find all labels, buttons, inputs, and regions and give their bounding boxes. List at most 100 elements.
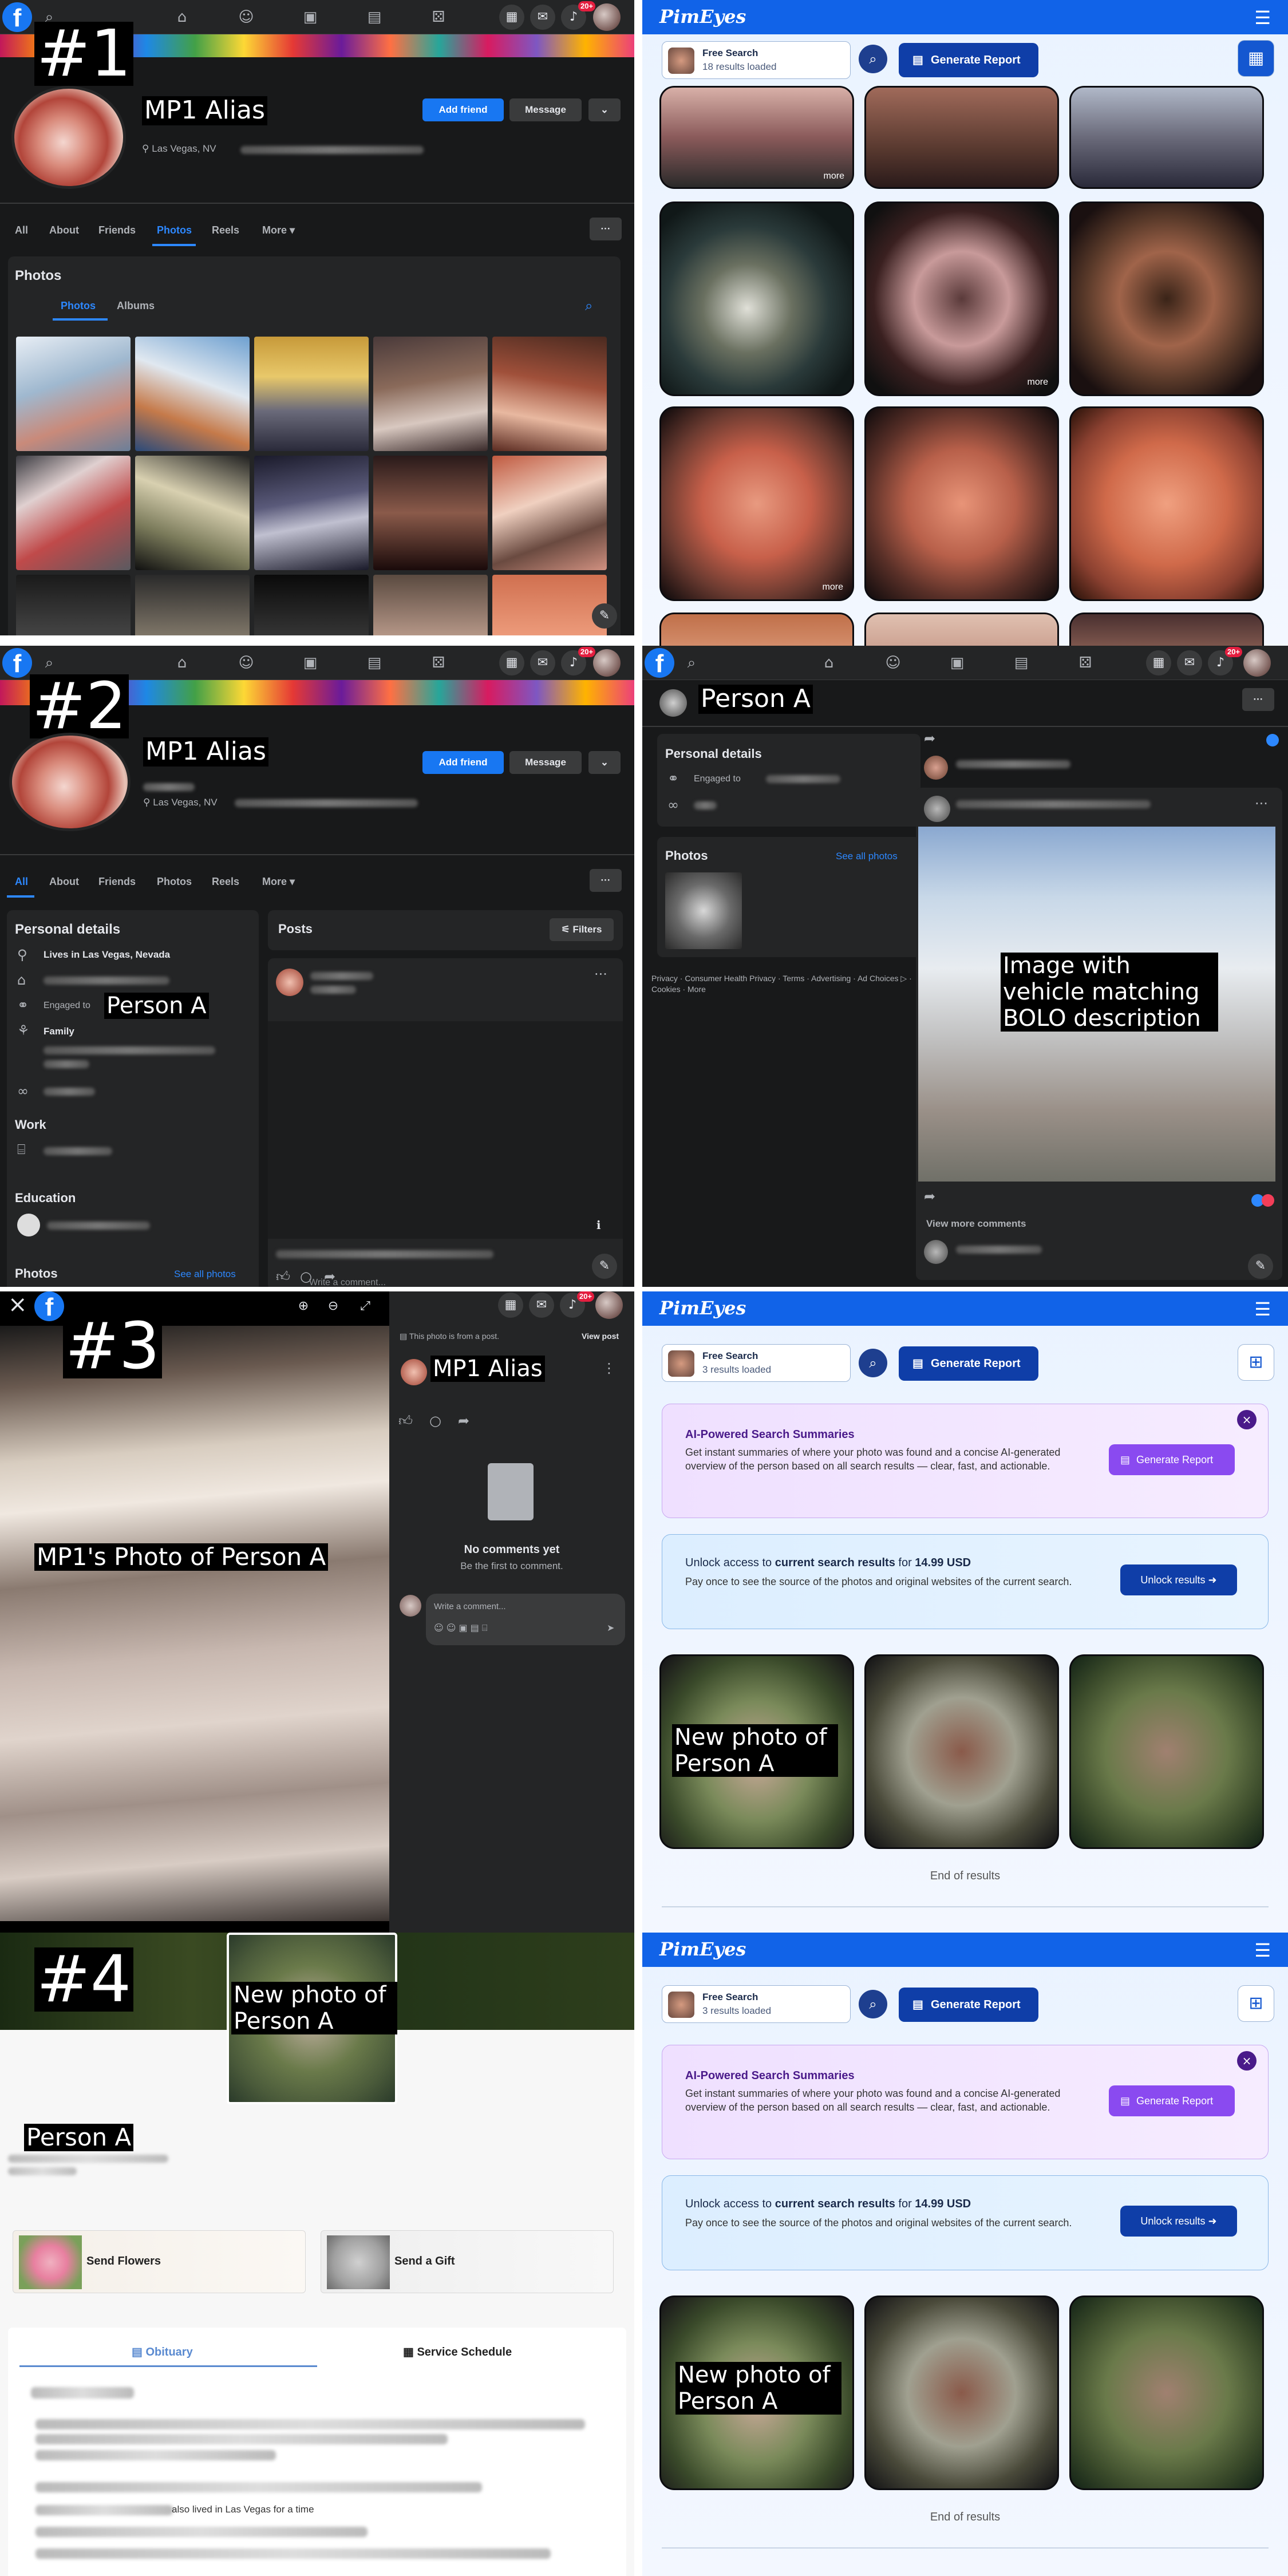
add-grid-icon[interactable]: ⊞ — [1238, 1985, 1274, 2022]
edit-icon[interactable]: ✎ — [592, 1254, 617, 1279]
search-icon[interactable]: ⌕ — [585, 298, 592, 314]
more-options-button[interactable]: ⌄ — [588, 98, 621, 121]
marketplace-icon[interactable]: ▤ — [1010, 651, 1033, 674]
add-friend-button[interactable]: Add friend — [422, 751, 504, 774]
post-options-icon[interactable]: ··· — [1255, 796, 1268, 812]
post-options-icon[interactable]: ⋮ — [602, 1360, 616, 1376]
add-grid-icon[interactable]: ⊞ — [1238, 1344, 1274, 1381]
photo-thumbnail[interactable] — [16, 575, 131, 635]
messenger-icon[interactable]: ✉ — [530, 650, 555, 675]
messenger-icon[interactable]: ✉ — [529, 1293, 554, 1318]
generate-report-button[interactable]: ▤ Generate Report — [899, 1988, 1038, 2022]
footer-links[interactable]: Privacy · Consumer Health Privacy · Term… — [651, 973, 922, 995]
pimeyes-logo[interactable]: PimEyes — [659, 1297, 746, 1319]
result-thumbnail[interactable] — [1069, 86, 1264, 189]
tab-friends[interactable]: Friends — [98, 876, 136, 888]
edit-icon[interactable]: ✎ — [592, 603, 617, 629]
tab-all[interactable]: All — [15, 224, 28, 236]
photo-thumbnail[interactable] — [492, 456, 607, 570]
photo-thumbnail[interactable] — [16, 456, 131, 570]
view-post-link[interactable]: View post — [582, 1332, 619, 1341]
facebook-logo[interactable]: f — [34, 1291, 64, 1321]
photo-thumbnail[interactable] — [135, 575, 250, 635]
profile-picture[interactable] — [9, 733, 131, 831]
facebook-logo[interactable]: f — [2, 2, 32, 32]
photo-thumbnail[interactable] — [135, 337, 250, 451]
pimeyes-logo[interactable]: PimEyes — [659, 1938, 746, 1960]
result-thumbnail[interactable] — [659, 613, 854, 647]
photo-thumbnail[interactable] — [492, 575, 607, 635]
hamburger-menu-icon[interactable]: ☰ — [1254, 7, 1271, 29]
result-thumbnail[interactable] — [864, 2296, 1059, 2490]
ai-generate-report-button[interactable]: ▤ Generate Report — [1109, 1444, 1235, 1475]
share-icon[interactable]: ➦ — [924, 1188, 935, 1204]
tab-about[interactable]: About — [49, 224, 79, 236]
tab-all[interactable]: All — [15, 876, 28, 888]
comment-icon[interactable]: ○ — [429, 1413, 441, 1429]
search-summary-box[interactable]: Free Search 3 results loaded — [662, 1985, 851, 2023]
profile-avatar-small[interactable] — [659, 689, 687, 717]
menu-grid-icon[interactable]: ▦ — [498, 1293, 523, 1318]
info-icon[interactable]: ℹ — [596, 1218, 601, 1232]
more-link[interactable]: more — [823, 582, 843, 592]
menu-grid-icon[interactable]: ▦ — [1146, 650, 1171, 675]
messenger-icon[interactable]: ✉ — [1177, 650, 1202, 675]
see-all-photos-link[interactable]: See all photos — [836, 851, 898, 862]
unlock-results-button[interactable]: Unlock results ➜ — [1120, 2206, 1237, 2237]
close-icon[interactable]: × — [1237, 1410, 1257, 1429]
close-icon[interactable]: × — [8, 1291, 27, 1318]
result-thumbnail[interactable] — [1069, 202, 1264, 396]
subtab-photos[interactable]: Photos — [61, 300, 96, 312]
photo-thumbnail[interactable] — [254, 337, 369, 451]
result-thumbnail[interactable] — [1069, 1654, 1264, 1849]
result-thumbnail[interactable] — [864, 406, 1059, 601]
subtab-albums[interactable]: Albums — [117, 300, 155, 312]
tab-reels[interactable]: Reels — [212, 876, 239, 888]
photo-thumbnail[interactable] — [373, 575, 488, 635]
result-thumbnail[interactable]: more — [659, 86, 854, 189]
home-icon[interactable]: ⌂ — [171, 6, 193, 29]
search-summary-box[interactable]: Free Search 3 results loaded — [662, 1344, 851, 1382]
friends-icon[interactable]: ☺ — [882, 651, 904, 674]
facebook-logo[interactable]: f — [2, 648, 32, 678]
friends-icon[interactable]: ☺ — [235, 6, 258, 29]
photo-thumbnail[interactable] — [254, 575, 369, 635]
pimeyes-logo[interactable]: PimEyes — [659, 6, 746, 27]
search-icon[interactable]: ⌕ — [859, 1990, 887, 2018]
result-thumbnail[interactable] — [864, 1654, 1059, 1849]
gaming-icon[interactable]: ⚄ — [427, 651, 450, 674]
zoom-out-icon[interactable]: ⊖ — [321, 1294, 346, 1319]
hamburger-menu-icon[interactable]: ☰ — [1254, 1298, 1271, 1320]
tab-friends[interactable]: Friends — [98, 224, 136, 236]
photo-thumbnail[interactable] — [665, 872, 742, 949]
video-icon[interactable]: ▣ — [299, 6, 322, 29]
message-button[interactable]: Message — [509, 751, 582, 774]
search-icon[interactable]: ⌕ — [680, 651, 703, 674]
tabs-more-button[interactable]: ··· — [590, 218, 622, 240]
generate-report-button[interactable]: ▤ Generate Report — [899, 1346, 1038, 1381]
search-icon[interactable]: ⌕ — [859, 1349, 887, 1377]
photo-thumbnail[interactable] — [492, 337, 607, 451]
gaming-icon[interactable]: ⚄ — [427, 6, 450, 29]
result-thumbnail[interactable] — [864, 86, 1059, 189]
emoji-toolbar-icon[interactable]: ☺ ☺ ▣ ▤ ⌸ — [434, 1622, 488, 1634]
friends-icon[interactable]: ☺ — [235, 651, 258, 674]
like-icon[interactable]: 👍︎ — [276, 1269, 290, 1285]
ai-generate-report-button[interactable]: ▤ Generate Report — [1109, 2085, 1235, 2116]
unlock-results-button[interactable]: Unlock results ➜ — [1120, 1564, 1237, 1595]
send-icon[interactable]: ➤ — [607, 1622, 614, 1633]
hamburger-menu-icon[interactable]: ☰ — [1254, 1939, 1271, 1961]
result-thumbnail[interactable] — [1069, 406, 1264, 601]
share-icon[interactable]: ➦ — [924, 730, 935, 746]
filters-button[interactable]: ⚟ Filters — [550, 918, 614, 941]
zoom-in-icon[interactable]: ⊕ — [291, 1294, 316, 1319]
more-link[interactable]: more — [824, 171, 844, 181]
profile-more-button[interactable]: ··· — [1242, 688, 1274, 711]
account-avatar[interactable] — [593, 649, 621, 677]
photo-thumbnail[interactable] — [135, 456, 250, 570]
post-media-area[interactable] — [268, 1021, 623, 1239]
result-thumbnail[interactable]: more — [864, 202, 1059, 396]
search-icon[interactable]: ⌕ — [859, 45, 887, 73]
tab-obituary[interactable]: ▤ Obituary — [132, 2345, 193, 2359]
generate-report-button[interactable]: ▤ Generate Report — [899, 43, 1038, 77]
